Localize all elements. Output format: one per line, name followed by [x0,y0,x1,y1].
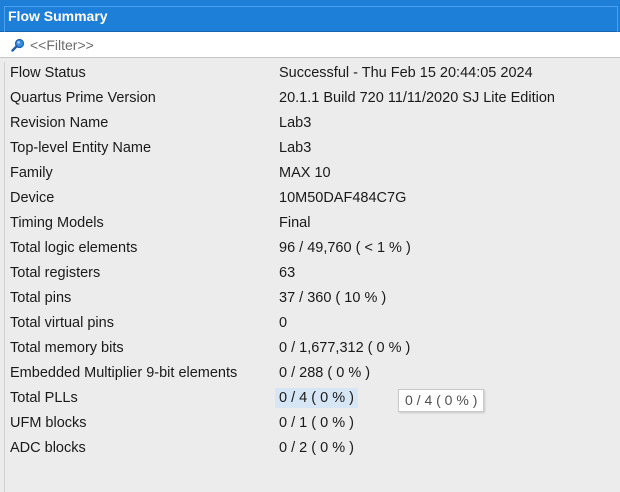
table-row[interactable]: Flow Status Successful - Thu Feb 15 20:44… [5,62,620,87]
table-row[interactable]: Family MAX 10 [5,162,620,187]
row-key: Embedded Multiplier 9-bit elements [10,365,238,381]
row-value[interactable]: 0 / 1 ( 0 % ) [275,413,358,433]
row-value[interactable]: 96 / 49,760 ( < 1 % ) [275,238,415,258]
row-key: UFM blocks [10,415,87,431]
row-key: Timing Models [10,215,104,231]
row-value[interactable]: 10M50DAF484C7G [275,188,410,208]
table-row[interactable]: Timing Models Final [5,212,620,237]
table-row[interactable]: UFM blocks 0 / 1 ( 0 % ) [5,412,620,437]
row-value[interactable]: 0 / 288 ( 0 % ) [275,363,374,383]
table-row[interactable]: Embedded Multiplier 9-bit elements 0 / 28… [5,362,620,387]
row-key: ADC blocks [10,440,86,456]
row-value[interactable]: Successful - Thu Feb 15 20:44:05 2024 [275,63,537,83]
row-key: Top-level Entity Name [10,140,152,156]
table-row[interactable]: Total logic elements 96 / 49,760 ( < 1 % … [5,237,620,262]
row-value[interactable]: 20.1.1 Build 720 11/11/2020 SJ Lite Edit… [275,88,559,108]
row-value[interactable]: Lab3 [275,138,315,158]
row-value[interactable]: Final [275,213,314,233]
row-value[interactable]: 0 / 4 ( 0 % ) [275,388,358,408]
table-row[interactable]: ADC blocks 0 / 2 ( 0 % ) [5,437,620,462]
row-value[interactable]: 63 [275,263,299,283]
row-key: Total virtual pins [10,315,114,331]
row-value[interactable]: 37 / 360 ( 10 % ) [275,288,390,308]
row-key: Total logic elements [10,240,138,256]
row-value[interactable]: 0 / 1,677,312 ( 0 % ) [275,338,414,358]
table-row[interactable]: Revision Name Lab3 [5,112,620,137]
row-key: Family [10,165,53,181]
table-row[interactable]: Total registers 63 [5,262,620,287]
row-value[interactable]: 0 / 2 ( 0 % ) [275,438,358,458]
window-title: Flow Summary [8,8,108,24]
search-icon[interactable] [11,38,25,52]
filter-input[interactable] [30,35,590,55]
filter-bar [0,32,620,58]
table-row[interactable]: Total pins 37 / 360 ( 10 % ) [5,287,620,312]
table-row[interactable]: Device 10M50DAF484C7G [5,187,620,212]
row-key: Total registers [10,265,101,281]
row-value[interactable]: Lab3 [275,113,315,133]
table-row[interactable]: Top-level Entity Name Lab3 [5,137,620,162]
table-row[interactable]: Total virtual pins 0 [5,312,620,337]
row-value[interactable]: 0 [275,313,291,333]
row-key: Device [10,190,55,206]
row-key: Total PLLs [10,390,78,406]
table-row[interactable]: Total memory bits 0 / 1,677,312 ( 0 % ) [5,337,620,362]
title-bar: Flow Summary [0,0,620,32]
row-key: Quartus Prime Version [10,90,156,106]
tooltip: 0 / 4 ( 0 % ) [398,389,485,412]
row-key: Total memory bits [10,340,124,356]
table-row[interactable]: Quartus Prime Version 20.1.1 Build 720 11… [5,87,620,112]
summary-table: Flow Status Successful - Thu Feb 15 20:44… [4,62,620,492]
row-value[interactable]: MAX 10 [275,163,335,183]
flow-summary-window: Flow Summary Flow Status Successful - Thu… [0,0,620,492]
row-key: Flow Status [10,65,86,81]
table-row[interactable]: Total PLLs 0 / 4 ( 0 % ) [5,387,620,412]
row-key: Revision Name [10,115,109,131]
row-key: Total pins [10,290,72,306]
